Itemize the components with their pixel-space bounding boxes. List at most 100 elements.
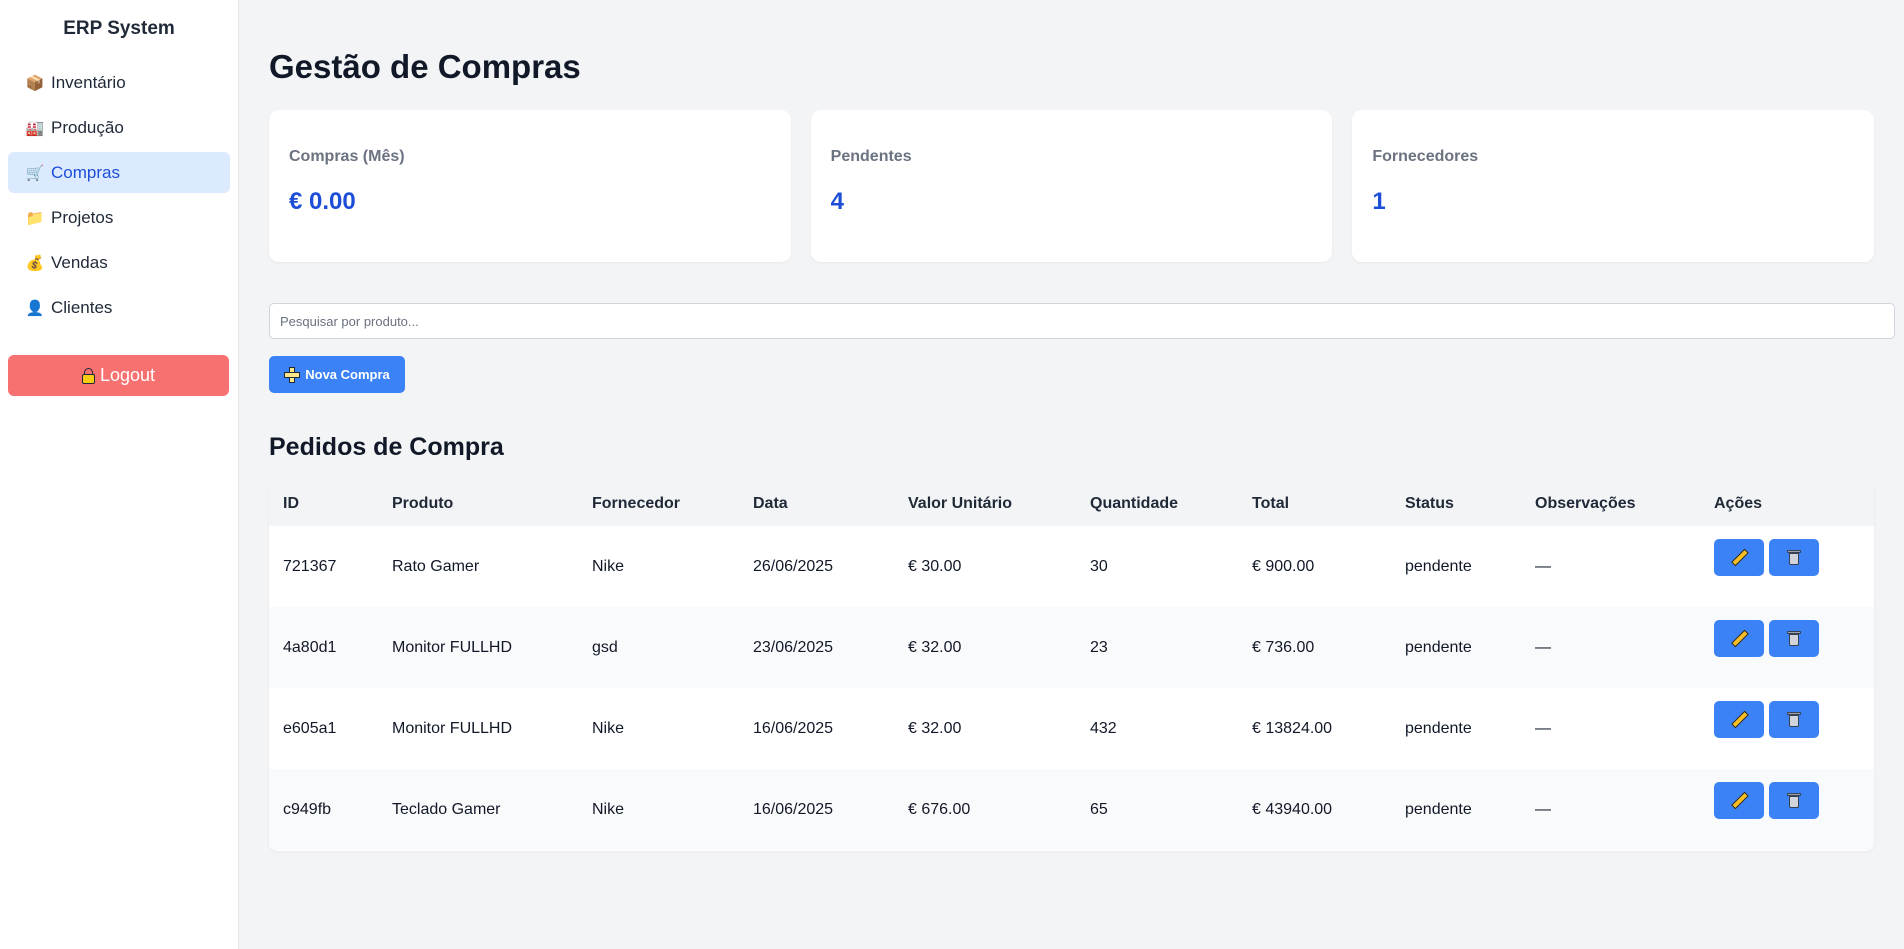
column-header: Data xyxy=(753,495,788,512)
cell-produto: Monitor FULLHD xyxy=(392,719,513,737)
new-purchase-label: Nova Compra xyxy=(305,367,390,382)
cell-total: € 13824.00 xyxy=(1252,719,1333,737)
purchase-orders-table: ID Produto Fornecedor Data Valor Unitári… xyxy=(269,482,1874,851)
cell-status: pendente xyxy=(1405,638,1472,656)
cell-status: pendente xyxy=(1405,800,1472,818)
cell-quantidade: 30 xyxy=(1090,557,1108,575)
sidebar-item-vendas[interactable]: 💰 Vendas xyxy=(8,242,230,283)
money-bag-icon: 💰 xyxy=(25,254,45,272)
search-input[interactable] xyxy=(269,303,1895,339)
sidebar-item-label: Projetos xyxy=(51,207,114,227)
cell-produto: Monitor FULLHD xyxy=(392,638,513,656)
pencil-icon xyxy=(1731,711,1747,727)
new-purchase-button[interactable]: Nova Compra xyxy=(269,356,405,393)
cell-quantidade: 23 xyxy=(1090,638,1108,656)
sidebar-item-projetos[interactable]: 📁 Projetos xyxy=(8,197,230,238)
edit-button[interactable] xyxy=(1714,700,1764,738)
stat-label: Pendentes xyxy=(830,148,912,165)
cell-fornecedor: Nike xyxy=(592,719,625,737)
pencil-icon xyxy=(1731,549,1747,565)
cell-observacoes: — xyxy=(1535,719,1551,737)
cell-quantidade: 65 xyxy=(1090,800,1108,818)
sidebar-item-label: Vendas xyxy=(51,252,108,272)
column-header: Quantidade xyxy=(1090,495,1179,512)
cell-id: e605a1 xyxy=(283,719,337,737)
edit-button[interactable] xyxy=(1714,781,1764,819)
cell-fornecedor: gsd xyxy=(592,638,618,656)
cell-quantidade: 432 xyxy=(1090,719,1117,737)
table-row: c949fb Teclado Gamer Nike 16/06/2025 € 6… xyxy=(269,769,1874,850)
cell-total: € 900.00 xyxy=(1252,557,1315,575)
cell-data: 26/06/2025 xyxy=(753,557,834,575)
pencil-icon xyxy=(1731,630,1747,646)
lock-icon xyxy=(81,367,95,384)
sidebar-nav: 📦 Inventário 🏭 Produção 🛒 Compras 📁 Proj… xyxy=(0,62,238,328)
column-header: Produto xyxy=(392,495,454,512)
stat-card-pendentes: Pendentes 4 xyxy=(810,110,1333,262)
delete-button[interactable] xyxy=(1769,619,1819,657)
table-row: 721367 Rato Gamer Nike 26/06/2025 € 30.0… xyxy=(269,526,1874,607)
stat-label: Compras (Mês) xyxy=(289,148,405,165)
cell-data: 23/06/2025 xyxy=(753,638,834,656)
cell-valor-unitario: € 676.00 xyxy=(908,800,971,818)
column-header: Observações xyxy=(1535,495,1636,512)
sidebar-item-compras[interactable]: 🛒 Compras xyxy=(8,152,230,193)
folder-icon: 📁 xyxy=(25,209,45,227)
trash-icon xyxy=(1787,711,1801,727)
stat-label: Fornecedores xyxy=(1372,148,1479,165)
cell-id: c949fb xyxy=(283,800,332,818)
table-row: 4a80d1 Monitor FULLHD gsd 23/06/2025 € 3… xyxy=(269,607,1874,688)
cell-actions xyxy=(1700,688,1874,769)
trash-icon xyxy=(1787,549,1801,565)
cell-data: 16/06/2025 xyxy=(753,719,834,737)
table-header-row: ID Produto Fornecedor Data Valor Unitári… xyxy=(269,482,1874,526)
edit-button[interactable] xyxy=(1714,619,1764,657)
factory-icon: 🏭 xyxy=(25,119,45,137)
sidebar-item-inventario[interactable]: 📦 Inventário xyxy=(8,62,230,103)
stat-value: 1 xyxy=(1372,188,1386,215)
cell-valor-unitario: € 32.00 xyxy=(908,638,962,656)
plus-icon xyxy=(284,366,301,383)
delete-button[interactable] xyxy=(1769,700,1819,738)
cell-status: pendente xyxy=(1405,719,1472,737)
cell-total: € 736.00 xyxy=(1252,638,1315,656)
sidebar-item-label: Compras xyxy=(51,162,120,182)
logout-button[interactable]: Logout xyxy=(8,355,229,396)
cell-produto: Rato Gamer xyxy=(392,557,480,575)
cell-fornecedor: Nike xyxy=(592,800,625,818)
section-title: Pedidos de Compra xyxy=(269,433,504,461)
person-icon: 👤 xyxy=(25,299,45,317)
sidebar: ERP System 📦 Inventário 🏭 Produção 🛒 Com… xyxy=(0,0,239,949)
stat-card-fornecedores: Fornecedores 1 xyxy=(1352,110,1875,262)
column-header: Ações xyxy=(1714,495,1763,512)
column-header: Total xyxy=(1252,495,1290,512)
stat-value: 4 xyxy=(830,188,845,215)
sidebar-item-label: Inventário xyxy=(51,72,126,92)
delete-button[interactable] xyxy=(1769,538,1819,576)
logout-label: Logout xyxy=(99,365,156,385)
cell-actions xyxy=(1700,526,1874,607)
column-header: Status xyxy=(1405,495,1454,512)
delete-button[interactable] xyxy=(1769,781,1819,819)
column-header: Fornecedor xyxy=(592,495,681,512)
sidebar-item-producao[interactable]: 🏭 Produção xyxy=(8,107,230,148)
cell-valor-unitario: € 30.00 xyxy=(908,557,962,575)
cell-observacoes: — xyxy=(1535,557,1551,575)
stats-row: Compras (Mês) € 0.00 Pendentes 4 Fornece… xyxy=(269,110,1875,262)
edit-button[interactable] xyxy=(1714,538,1764,576)
app-brand: ERP System xyxy=(63,18,175,39)
cell-produto: Teclado Gamer xyxy=(392,800,501,818)
stat-value: € 0.00 xyxy=(289,188,356,215)
sidebar-item-clientes[interactable]: 👤 Clientes xyxy=(8,287,230,328)
cell-valor-unitario: € 32.00 xyxy=(908,719,962,737)
column-header: Valor Unitário xyxy=(908,495,1013,512)
trash-icon xyxy=(1787,792,1801,808)
cart-icon: 🛒 xyxy=(25,164,45,182)
cell-status: pendente xyxy=(1405,557,1472,575)
cell-observacoes: — xyxy=(1535,800,1551,818)
cell-id: 4a80d1 xyxy=(283,638,337,656)
cell-id: 721367 xyxy=(283,557,337,575)
pencil-icon xyxy=(1731,792,1747,808)
trash-icon xyxy=(1787,630,1801,646)
cell-data: 16/06/2025 xyxy=(753,800,834,818)
